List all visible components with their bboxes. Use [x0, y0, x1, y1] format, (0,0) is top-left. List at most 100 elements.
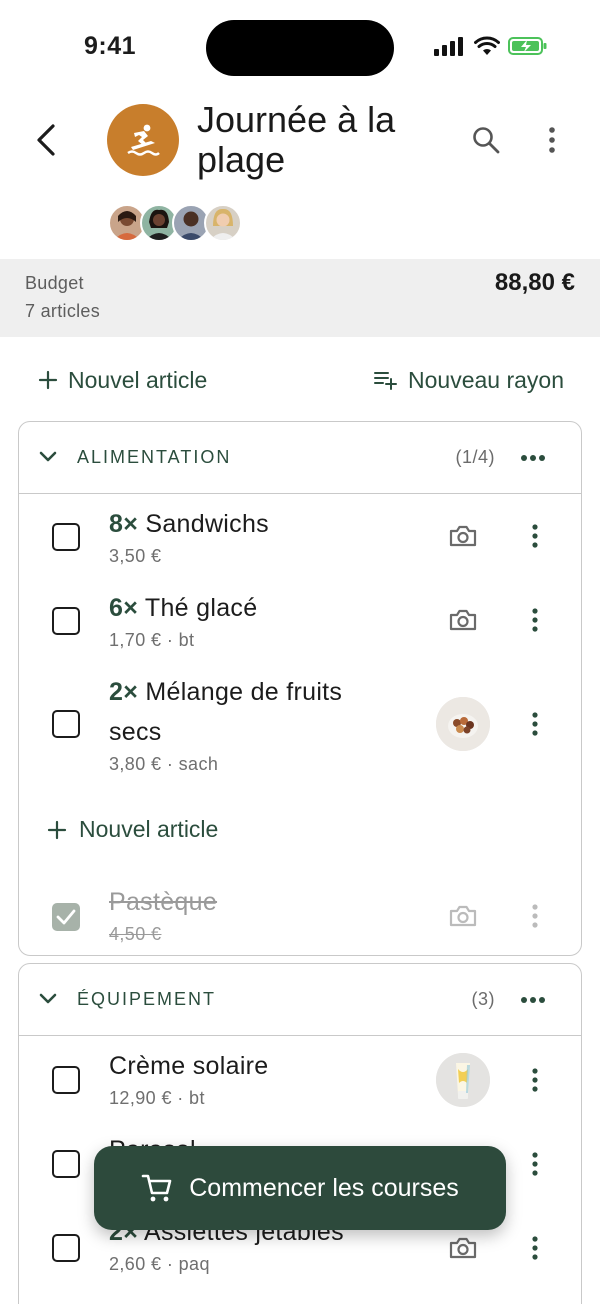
- list-item[interactable]: 6× Thé glacé 1,70 € · bt: [19, 588, 581, 664]
- add-photo-button[interactable]: [447, 900, 479, 932]
- sunscreen-photo: [436, 1053, 490, 1107]
- budget-amount: 88,80 €: [494, 269, 575, 296]
- chevron-left-icon: [37, 124, 55, 156]
- vertical-dots-icon: [532, 524, 538, 548]
- item-quantity: 6×: [109, 594, 139, 622]
- battery-icon: [508, 37, 547, 55]
- item-price: 1,70 € · bt: [109, 630, 195, 650]
- item-checkbox[interactable]: [52, 1150, 80, 1178]
- item-checkbox[interactable]: [52, 1234, 80, 1262]
- member-avatars[interactable]: [108, 204, 242, 242]
- item-price: 2,60 € · paq: [109, 1254, 210, 1274]
- status-time: 9:41: [84, 32, 137, 60]
- more-options-button[interactable]: [536, 122, 568, 158]
- item-checkbox[interactable]: [52, 607, 80, 635]
- start-shopping-button[interactable]: Commencer les courses: [94, 1146, 506, 1230]
- plus-icon: [47, 820, 67, 839]
- vertical-dots-icon: [532, 712, 538, 736]
- camera-icon: [449, 1237, 477, 1259]
- shopping-cart-icon: [141, 1174, 172, 1202]
- section-equipement: ÉQUIPEMENT (3) Crème solaire 12,90 € · b…: [18, 963, 582, 1304]
- add-photo-button[interactable]: [447, 1232, 479, 1264]
- item-price: 12,90 € · bt: [109, 1088, 205, 1108]
- add-photo-button[interactable]: [447, 520, 479, 552]
- vertical-dots-icon: [532, 904, 538, 928]
- back-button[interactable]: [26, 118, 66, 162]
- camera-icon: [449, 905, 477, 927]
- section-header[interactable]: ÉQUIPEMENT (3): [19, 964, 581, 1036]
- item-checkbox[interactable]: [52, 710, 80, 738]
- item-text: 2× Mélange de fruits secs 3,80 € · sach: [109, 672, 409, 776]
- search-icon: [473, 127, 500, 154]
- signal-icon: [434, 37, 463, 56]
- item-name-continued: secs: [109, 718, 162, 746]
- list-item[interactable]: Crème solaire 12,90 € · bt: [19, 1046, 581, 1122]
- avatar: [204, 204, 242, 242]
- item-name: Crème solaire: [109, 1052, 269, 1080]
- item-name: Mélange de fruits: [145, 678, 343, 706]
- item-name: Pastèque: [109, 888, 218, 916]
- item-photo[interactable]: [436, 1053, 490, 1107]
- section-count: (1/4): [455, 447, 495, 467]
- list-item[interactable]: 8× Sandwichs 3,50 €: [19, 504, 581, 580]
- checkmark-icon: [56, 909, 76, 925]
- chevron-down-icon[interactable]: [37, 446, 59, 468]
- item-more-button[interactable]: [523, 520, 547, 552]
- item-checkbox[interactable]: [52, 523, 80, 551]
- section-title: ALIMENTATION: [77, 447, 232, 467]
- new-article-button[interactable]: Nouvel article: [38, 362, 207, 398]
- item-price: 3,80 € · sach: [109, 754, 219, 774]
- section-more-button[interactable]: [517, 444, 549, 472]
- surfing-icon: [127, 124, 160, 156]
- vertical-dots-icon: [549, 127, 555, 153]
- camera-icon: [449, 525, 477, 547]
- budget-label: Budget: [25, 273, 84, 293]
- playlist-add-icon: [374, 372, 397, 390]
- list-icon-avatar: [107, 104, 179, 176]
- chevron-down-icon[interactable]: [37, 988, 59, 1010]
- item-photo[interactable]: [436, 697, 490, 751]
- item-more-button[interactable]: [523, 604, 547, 636]
- section-header[interactable]: ALIMENTATION (1/4): [19, 422, 581, 494]
- add-photo-button[interactable]: [447, 604, 479, 636]
- new-section-button[interactable]: Nouveau rayon: [374, 362, 564, 398]
- item-text: Crème solaire 12,90 € · bt: [109, 1046, 409, 1110]
- section-new-article-button[interactable]: Nouvel article: [47, 816, 218, 843]
- item-more-button[interactable]: [523, 1148, 547, 1180]
- search-button[interactable]: [468, 122, 504, 158]
- item-checkbox[interactable]: [52, 1066, 80, 1094]
- horizontal-dots-icon: [521, 455, 545, 461]
- section-new-article-label: Nouvel article: [79, 816, 219, 842]
- new-section-label: Nouveau rayon: [408, 366, 564, 393]
- dynamic-island: [206, 20, 394, 76]
- list-item[interactable]: Pastèque 4,50 €: [19, 878, 581, 954]
- budget-summary: Budget 7 articles 88,80 €: [0, 259, 600, 337]
- item-more-button[interactable]: [523, 1232, 547, 1264]
- item-price: 4,50 €: [109, 924, 162, 944]
- item-quantity: 2×: [109, 678, 139, 706]
- vertical-dots-icon: [532, 1068, 538, 1092]
- article-count: 7 articles: [25, 301, 101, 321]
- vertical-dots-icon: [532, 1236, 538, 1260]
- list-item[interactable]: 2× Mélange de fruits secs 3,80 € · sach: [19, 672, 581, 782]
- new-article-label: Nouvel article: [68, 366, 208, 393]
- item-more-button[interactable]: [523, 708, 547, 740]
- item-text: Pastèque 4,50 €: [109, 882, 409, 946]
- section-title: ÉQUIPEMENT: [77, 989, 217, 1009]
- dried-fruits-photo: [436, 697, 490, 751]
- section-more-button[interactable]: [517, 986, 549, 1014]
- item-text: 8× Sandwichs 3,50 €: [109, 504, 409, 568]
- page-title: Journée à la plage: [197, 99, 396, 180]
- item-name: Thé glacé: [144, 594, 258, 622]
- item-more-button[interactable]: [523, 900, 547, 932]
- section-count: (3): [471, 989, 495, 1009]
- vertical-dots-icon: [532, 608, 538, 632]
- status-bar: 9:41: [0, 0, 600, 96]
- item-checkbox-checked[interactable]: [52, 903, 80, 931]
- item-more-button[interactable]: [523, 1064, 547, 1096]
- plus-icon: [38, 370, 58, 390]
- camera-icon: [449, 609, 477, 631]
- horizontal-dots-icon: [521, 997, 545, 1003]
- vertical-dots-icon: [532, 1152, 538, 1176]
- section-alimentation: ALIMENTATION (1/4) 8× Sandwichs 3,50 € 6…: [18, 421, 582, 956]
